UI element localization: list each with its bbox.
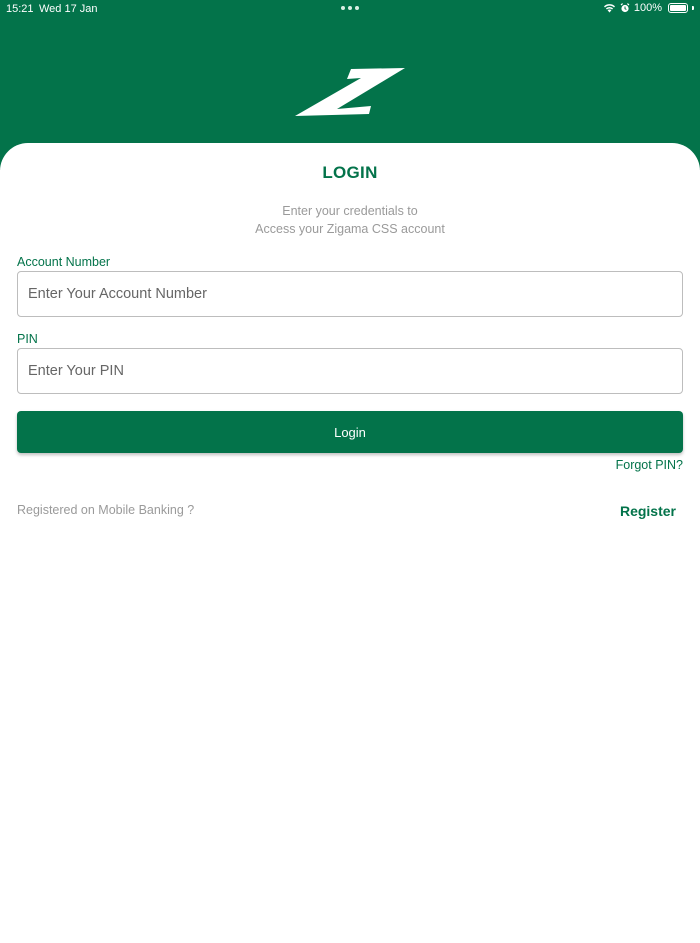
subtitle-line-1: Enter your credentials to [282,204,418,218]
account-number-label: Account Number [17,255,111,269]
status-indicators: 100% [603,2,694,14]
status-date: Wed 17 Jan [39,3,98,15]
battery-percent: 100% [633,2,662,14]
zigama-logo [295,68,405,116]
multitasking-dots-icon[interactable] [341,6,359,10]
page-title: LOGIN [322,163,378,182]
registered-prompt: Registered on Mobile Banking ? [17,503,195,517]
page-subtitle: Enter your credentials to Access your Zi… [0,202,700,238]
wifi-icon [603,4,615,13]
subtitle-line-2: Access your Zigama CSS account [255,222,445,236]
register-link[interactable]: Register [620,503,676,519]
status-time: 15:21 [6,3,34,15]
pin-label: PIN [17,332,38,346]
alarm-icon [620,3,630,13]
battery-icon [668,3,688,13]
status-bar: 15:21 Wed 17 Jan 100% [0,0,700,18]
account-number-input[interactable] [17,271,683,317]
pin-input[interactable] [17,348,683,394]
forgot-pin-link[interactable]: Forgot PIN? [616,458,683,472]
login-button[interactable]: Login [17,411,683,453]
battery-nub-icon [692,6,694,10]
